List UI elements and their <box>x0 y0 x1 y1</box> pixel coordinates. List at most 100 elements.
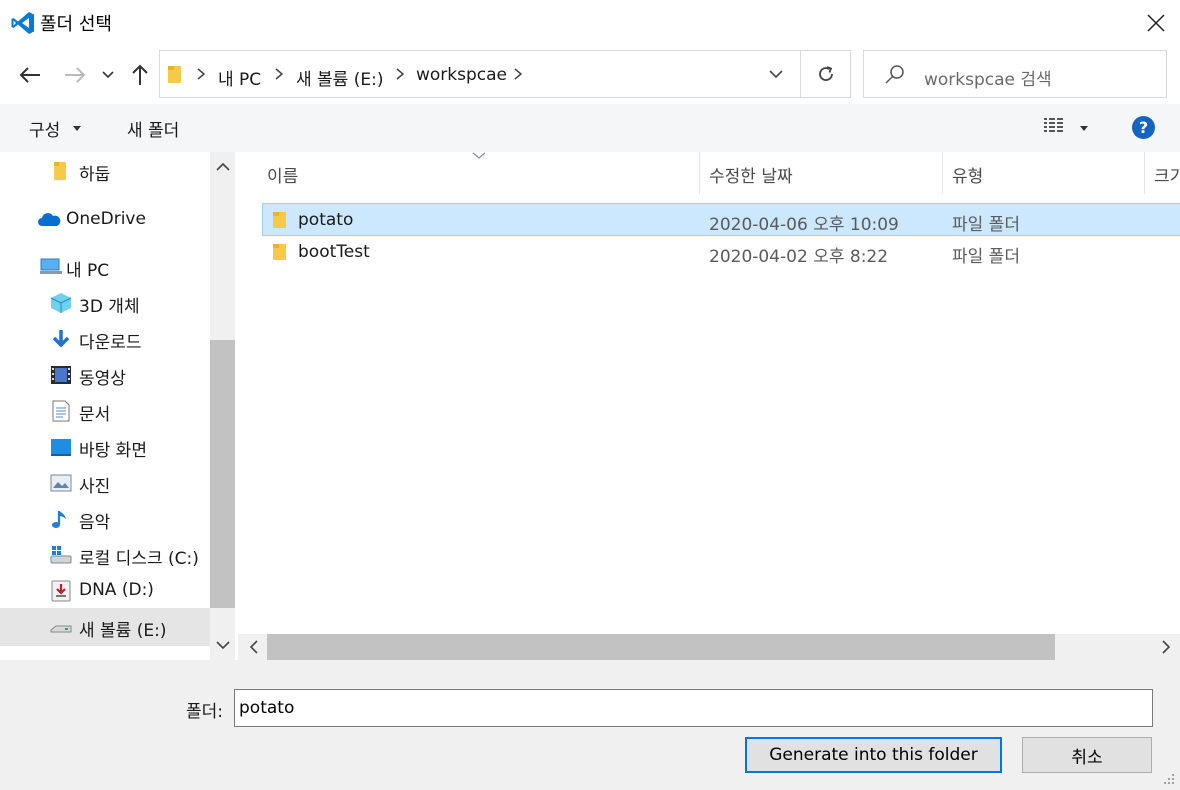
search-icon <box>885 65 904 84</box>
sidebar-item-downloads[interactable]: 다운로드 <box>0 322 210 356</box>
close-button[interactable] <box>1132 0 1180 46</box>
sidebar-item-label: 사진 <box>79 477 111 497</box>
folder-icon <box>273 244 286 260</box>
chevron-right-icon <box>396 68 405 80</box>
file-type: 파일 폴더 <box>952 247 1020 267</box>
scroll-right-button[interactable] <box>1155 636 1177 658</box>
folder-icon <box>54 162 66 180</box>
file-date: 2020-04-02 오후 8:22 <box>709 247 889 267</box>
breadcrumb-pc[interactable]: 내 PC <box>218 65 261 90</box>
sort-ascending-icon <box>472 152 486 159</box>
search-box[interactable]: workspcae 검색 <box>863 50 1167 98</box>
chevron-up-icon <box>215 162 230 171</box>
horizontal-scrollbar-thumb[interactable] <box>267 634 1055 660</box>
recent-locations-button[interactable] <box>96 60 120 90</box>
sidebar-item-documents[interactable]: 문서 <box>0 394 210 428</box>
sidebar-item-label: 문서 <box>79 405 111 425</box>
sidebar-item-label: 음악 <box>79 513 111 533</box>
cube-icon <box>50 293 72 313</box>
picture-icon <box>50 474 72 492</box>
address-bar[interactable]: 내 PC 새 볼륨 (E:) workspcae <box>159 50 801 98</box>
column-header-size[interactable]: 크기 <box>1154 162 1180 187</box>
sidebar-item-dna-d[interactable]: DNA (D:) <box>0 574 210 608</box>
music-icon <box>52 511 66 528</box>
download-icon <box>52 330 70 348</box>
computer-icon <box>40 258 62 274</box>
file-name: bootTest <box>298 242 370 262</box>
file-name: potato <box>298 210 354 230</box>
sidebar-scrollbar-thumb[interactable] <box>210 340 235 608</box>
scroll-down-button[interactable] <box>210 630 235 660</box>
help-icon[interactable]: ? <box>1132 116 1155 139</box>
file-list: 이름 수정한 날짜 유형 크기 potato 2020-04-06 오후 10:… <box>238 152 1180 660</box>
column-divider[interactable] <box>699 152 700 194</box>
caret-down-icon[interactable] <box>1080 126 1088 131</box>
arrow-up-icon <box>132 64 148 85</box>
cloud-icon <box>38 213 61 226</box>
folder-icon <box>273 212 286 228</box>
sidebar-item-label: OneDrive <box>66 209 146 229</box>
sidebar-item-this-pc[interactable]: 내 PC <box>0 250 210 284</box>
sidebar-item-videos[interactable]: 동영상 <box>0 358 210 392</box>
search-placeholder: workspcae 검색 <box>924 70 1052 90</box>
sidebar-item-onedrive[interactable]: OneDrive <box>0 203 210 237</box>
file-type: 파일 폴더 <box>952 215 1020 235</box>
scroll-up-button[interactable] <box>210 152 235 182</box>
column-header-date[interactable]: 수정한 날짜 <box>709 162 793 187</box>
sidebar-item-hadoop[interactable]: 하둡 <box>0 154 210 188</box>
column-header-name[interactable]: 이름 <box>267 162 298 187</box>
sidebar-item-label: 새 볼륨 (E:) <box>79 621 167 641</box>
up-button[interactable] <box>125 60 155 90</box>
sidebar-item-3d-objects[interactable]: 3D 개체 <box>0 286 210 320</box>
sidebar-item-music[interactable]: 음악 <box>0 502 210 536</box>
drive-icon <box>50 625 72 633</box>
folder-field-label: 폴더: <box>186 702 224 722</box>
sidebar-item-label: 내 PC <box>66 261 110 281</box>
back-button[interactable] <box>15 60 45 90</box>
chevron-down-icon <box>215 641 230 650</box>
sidebar-item-volume-e[interactable]: 새 볼륨 (E:) <box>0 610 210 644</box>
sidebar-item-label: 다운로드 <box>79 333 142 353</box>
sidebar-item-label: DNA (D:) <box>79 580 154 600</box>
view-options-icon[interactable] <box>1043 116 1067 136</box>
drive-icon <box>50 546 72 564</box>
new-folder-button[interactable]: 새 폴더 <box>127 116 179 141</box>
folder-icon <box>168 66 181 83</box>
generate-into-folder-button[interactable]: Generate into this folder <box>745 737 1002 773</box>
desktop-icon <box>51 439 71 456</box>
chevron-down-icon <box>769 70 783 79</box>
organize-button[interactable]: 구성 <box>29 116 60 141</box>
scroll-left-button[interactable] <box>243 636 265 658</box>
usb-drive-icon <box>51 580 71 602</box>
resize-grip-icon[interactable] <box>1160 770 1176 786</box>
arrow-left-icon <box>19 67 40 83</box>
sidebar-item-local-disk-c[interactable]: 로컬 디스크 (C:) <box>0 538 210 572</box>
cancel-button[interactable]: 취소 <box>1022 737 1152 773</box>
refresh-button[interactable] <box>801 50 851 98</box>
sidebar-item-label: 3D 개체 <box>79 297 140 317</box>
sidebar-item-pictures[interactable]: 사진 <box>0 466 210 500</box>
sidebar-item-label: 동영상 <box>79 369 126 389</box>
chevron-down-icon <box>102 71 114 79</box>
chevron-left-icon <box>249 640 258 654</box>
navigation-pane: 하둡 OneDrive 내 PC 3D 개체 다운로드 동영상 문서 바탕 화면… <box>0 152 238 660</box>
breadcrumb-volume[interactable]: 새 볼륨 (E:) <box>296 65 383 90</box>
forward-button[interactable] <box>60 60 90 90</box>
sidebar-item-label: 하둡 <box>79 165 111 185</box>
chevron-right-icon <box>197 68 206 80</box>
breadcrumb-workspace[interactable]: workspcae <box>416 65 507 85</box>
column-header-type[interactable]: 유형 <box>952 162 983 187</box>
folder-name-input[interactable] <box>234 689 1153 727</box>
chevron-right-icon <box>514 68 523 80</box>
sidebar-item-label: 로컬 디스크 (C:) <box>79 549 199 569</box>
table-row[interactable]: potato 2020-04-06 오후 10:09 파일 폴더 <box>262 204 1180 236</box>
table-row[interactable]: bootTest 2020-04-02 오후 8:22 파일 폴더 <box>262 236 1180 268</box>
window-title: 폴더 선택 <box>40 14 112 35</box>
column-divider[interactable] <box>942 152 943 194</box>
title-bar <box>0 0 1180 46</box>
chevron-right-icon <box>1162 640 1171 654</box>
column-divider[interactable] <box>1144 152 1145 194</box>
sidebar-item-label: 바탕 화면 <box>79 441 147 461</box>
sidebar-item-desktop[interactable]: 바탕 화면 <box>0 430 210 464</box>
close-icon <box>1147 14 1165 32</box>
